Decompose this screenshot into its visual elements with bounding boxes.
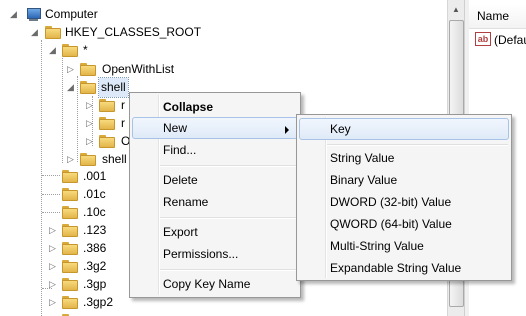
menu-item-collapse[interactable]: Collapse: [132, 96, 298, 118]
collapse-arrow-icon[interactable]: ◢: [48, 41, 57, 60]
menu-item-label: Key: [330, 122, 351, 136]
expand-arrow-icon[interactable]: ▷: [48, 293, 57, 312]
menu-item-rename[interactable]: Rename: [132, 191, 298, 213]
folder-icon: [99, 99, 115, 112]
expand-arrow-icon[interactable]: ▷: [85, 132, 94, 151]
submenu-item-multi-string-value[interactable]: Multi-String Value: [299, 235, 509, 257]
folder-icon: [62, 188, 78, 201]
folder-icon: [80, 63, 96, 76]
expand-arrow-icon[interactable]: ▷: [48, 221, 57, 240]
tree-node-label: .386: [83, 241, 107, 255]
tree-node-hkcr[interactable]: ◢ HKEY_CLASSES_ROOT: [0, 23, 440, 42]
tree-node-openwithlist[interactable]: ▷ OpenWithList: [0, 60, 440, 79]
tree-node-label: Computer: [45, 7, 98, 21]
folder-icon: [62, 206, 78, 219]
tree-node-label: r: [121, 98, 125, 112]
menu-item-label: Find...: [163, 143, 197, 157]
menu-item-export[interactable]: Export: [132, 221, 298, 243]
submenu-item-qword-value[interactable]: QWORD (64-bit) Value: [299, 213, 509, 235]
tree-node-label-selected: shell: [98, 77, 129, 98]
computer-icon: [25, 7, 41, 22]
folder-icon: [62, 224, 78, 237]
tree-node-label: .01c: [83, 187, 106, 201]
menu-item-delete[interactable]: Delete: [132, 169, 298, 191]
tree-node-label: .3g2: [83, 259, 107, 273]
menu-item-find[interactable]: Find...: [132, 139, 298, 161]
submenu-item-expandable-string-value[interactable]: Expandable String Value: [299, 257, 509, 279]
new-submenu: Key String Value Binary Value DWORD (32-…: [296, 114, 512, 281]
expand-arrow-icon[interactable]: ▷: [85, 114, 94, 133]
menu-item-permissions[interactable]: Permissions...: [132, 243, 298, 265]
value-name: (Defau: [494, 33, 526, 47]
tree-node-label: .3gp2: [83, 295, 114, 309]
tree-node-label: r: [121, 116, 125, 130]
menu-item-new[interactable]: New: [132, 117, 298, 139]
menu-item-label: Expandable String Value: [330, 261, 462, 275]
menu-separator: [327, 144, 508, 146]
menu-item-label: Binary Value: [330, 173, 398, 187]
tree-node-star[interactable]: ◢ *: [0, 41, 440, 60]
menu-item-label: Multi-String Value: [330, 239, 424, 253]
folder-icon: [62, 44, 78, 57]
folder-icon: [99, 135, 115, 148]
menu-item-label: Rename: [163, 195, 209, 209]
menu-item-label: QWORD (64-bit) Value: [330, 217, 452, 231]
tree-node-computer[interactable]: ◢ Computer: [0, 5, 440, 24]
submenu-item-binary-value[interactable]: Binary Value: [299, 169, 509, 191]
menu-item-label: DWORD (32-bit) Value: [330, 195, 452, 209]
menu-item-copy-key-name[interactable]: Copy Key Name: [132, 273, 298, 295]
folder-icon: [80, 81, 96, 94]
folder-icon: [62, 296, 78, 309]
submenu-item-key[interactable]: Key: [299, 118, 509, 140]
folder-icon: [45, 26, 61, 39]
menu-item-label: Copy Key Name: [163, 277, 251, 291]
submenu-arrow-icon: [285, 126, 289, 134]
menu-separator: [160, 165, 297, 167]
menu-item-label: String Value: [330, 151, 395, 165]
folder-icon: [62, 278, 78, 291]
column-header-label: Name: [477, 9, 510, 23]
submenu-item-string-value[interactable]: String Value: [299, 147, 509, 169]
column-header-name[interactable]: Name: [469, 4, 526, 29]
expand-arrow-icon[interactable]: ▷: [48, 239, 57, 258]
expand-arrow-icon[interactable]: ▷: [66, 60, 75, 79]
menu-item-label: Collapse: [163, 100, 214, 114]
menu-item-label: Delete: [163, 173, 198, 187]
tree-node-label: .3gp: [83, 277, 107, 291]
tree-node-label: .123: [83, 223, 107, 237]
collapse-arrow-icon[interactable]: ◢: [9, 5, 18, 24]
submenu-item-dword-value[interactable]: DWORD (32-bit) Value: [299, 191, 509, 213]
expand-arrow-icon[interactable]: ▷: [48, 257, 57, 276]
tree-node-label: OpenWithList: [102, 62, 175, 76]
menu-item-label: New: [163, 121, 188, 135]
folder-icon: [62, 260, 78, 273]
tree-node-label: *: [83, 43, 88, 57]
scroll-up-arrow-icon[interactable]: ▲: [448, 2, 464, 18]
string-value-icon: ab: [475, 32, 491, 46]
tree-node-label: HKEY_CLASSES_ROOT: [65, 25, 202, 39]
menu-separator: [160, 217, 297, 219]
tree-node-label: .001: [83, 169, 107, 183]
folder-icon: [99, 117, 115, 130]
menu-separator: [160, 269, 297, 271]
collapse-arrow-icon[interactable]: ◢: [66, 78, 75, 97]
collapse-arrow-icon[interactable]: ◢: [30, 23, 39, 42]
menu-item-label: Export: [163, 225, 198, 239]
expand-arrow-icon[interactable]: ▷: [85, 96, 94, 115]
folder-icon: [80, 153, 96, 166]
tree-node-label: .10c: [83, 205, 106, 219]
context-menu: Collapse New Find... Delete Rename Expor…: [129, 92, 301, 298]
expand-arrow-icon[interactable]: ▷: [48, 275, 57, 294]
tree-node-extension-partial[interactable]: [0, 311, 440, 316]
folder-icon: [62, 242, 78, 255]
menu-item-label: Permissions...: [163, 247, 239, 261]
folder-icon: [62, 170, 78, 183]
